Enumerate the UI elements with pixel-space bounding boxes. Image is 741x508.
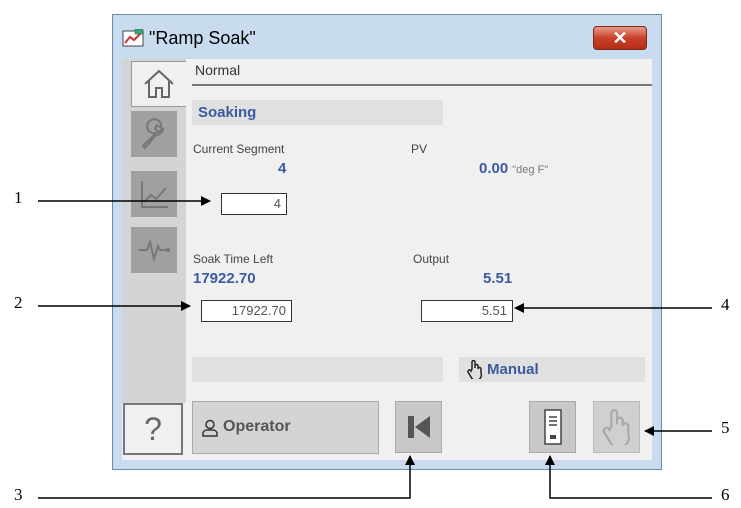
callout-number-4: 4 <box>721 295 730 314</box>
callout-number-6: 6 <box>721 485 730 504</box>
callout-number-3: 3 <box>14 485 23 504</box>
callout-arrows <box>38 196 712 499</box>
callout-arrow-3 <box>38 455 415 499</box>
callout-number-2: 2 <box>14 293 23 312</box>
callout-number-1: 1 <box>14 188 23 207</box>
callout-arrow-6 <box>545 455 712 499</box>
callout-number-5: 5 <box>721 418 730 437</box>
